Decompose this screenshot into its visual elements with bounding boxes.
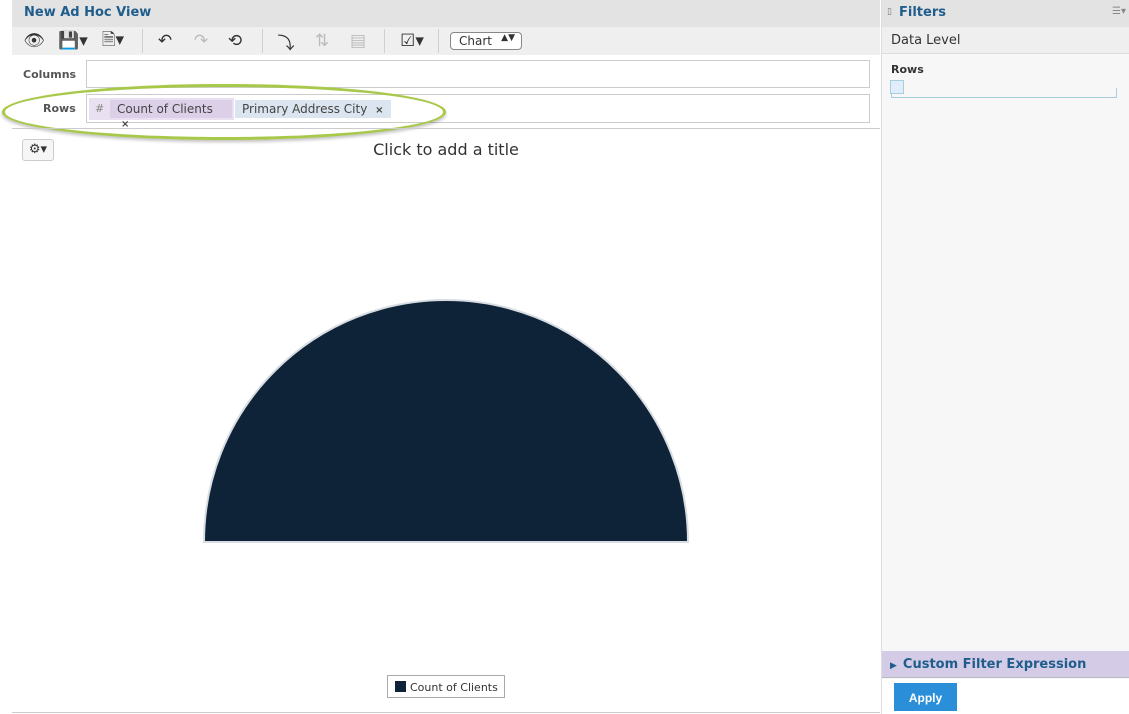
filters-title: Filters xyxy=(899,5,946,20)
data-level-label: Data Level xyxy=(882,27,1129,54)
chart-legend: Count of Clients xyxy=(387,675,505,698)
panel-toggle-icon[interactable]: ▯ xyxy=(887,7,892,17)
expand-triangle-icon: ▶ xyxy=(890,661,897,671)
divider xyxy=(12,712,880,713)
apply-button[interactable]: Apply xyxy=(894,683,957,711)
slider-handle[interactable] xyxy=(890,80,904,94)
custom-filter-label: Custom Filter Expression xyxy=(902,657,1087,672)
filters-header: Filters ▯ ☰▾ xyxy=(882,0,1129,27)
legend-label: Count of Clients xyxy=(410,681,498,694)
legend-swatch xyxy=(395,681,406,692)
custom-filter-expression-toggle[interactable]: ▶ Custom Filter Expression xyxy=(882,651,1129,678)
filters-panel: Filters ▯ ☰▾ Data Level Rows ▶ Custom Fil… xyxy=(881,0,1129,714)
filter-menu-icon[interactable]: ☰▾ xyxy=(1112,6,1126,17)
data-level-slider[interactable] xyxy=(891,88,1117,98)
pie-slice[interactable] xyxy=(202,299,690,543)
pie-chart xyxy=(202,299,690,543)
ad-hoc-view: New Ad Hoc View 👁 💾▾ 🗎▾ ↶ ↷ ⟲ ⤵ ⇅ ▤ ☑▾ C… xyxy=(0,0,880,714)
rows-level-label: Rows xyxy=(891,63,924,76)
